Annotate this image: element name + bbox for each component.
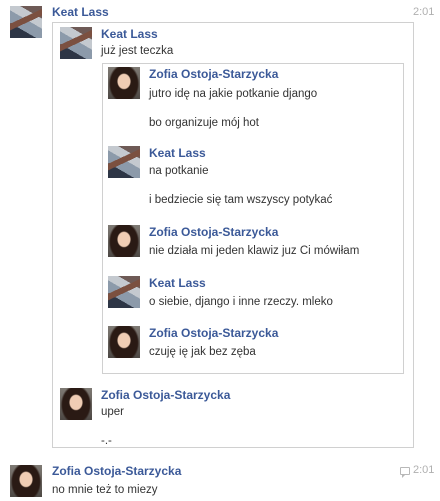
nested-text: nie działa mi jeden klawiz juz Ci mówiła…	[149, 245, 360, 257]
reply-text: -.-	[101, 435, 112, 447]
nested-text: jutro idę na jakie potkanie django	[149, 88, 318, 100]
avatar[interactable]	[108, 67, 140, 99]
avatar[interactable]	[108, 146, 140, 178]
message-time: 2:01	[413, 6, 435, 18]
avatar[interactable]	[108, 276, 140, 308]
message-text: no mnie też to miezy	[52, 484, 158, 496]
quote-icon[interactable]	[400, 467, 410, 478]
quoted-text: już jest teczka	[101, 45, 174, 57]
message-author[interactable]: Keat Lass	[52, 5, 109, 19]
nested-author[interactable]: Zofia Ostoja-Starzycka	[149, 67, 278, 81]
quoted-author[interactable]: Keat Lass	[101, 27, 158, 41]
nested-author[interactable]: Keat Lass	[149, 276, 206, 290]
avatar[interactable]	[108, 326, 140, 358]
avatar[interactable]	[108, 225, 140, 257]
nested-text: czuję ię jak bez zęba	[149, 346, 256, 358]
nested-author[interactable]: Zofia Ostoja-Starzycka	[149, 326, 278, 340]
nested-text: bo organizuje mój hot	[149, 117, 259, 129]
avatar[interactable]	[10, 465, 42, 497]
avatar[interactable]	[60, 27, 92, 59]
nested-author[interactable]: Zofia Ostoja-Starzycka	[149, 225, 278, 239]
message-author[interactable]: Zofia Ostoja-Starzycka	[52, 464, 181, 478]
reply-text: uper	[101, 406, 125, 418]
nested-text: i bedziecie się tam wszyscy potykać	[149, 194, 333, 206]
nested-text: na potkanie	[149, 165, 209, 177]
avatar[interactable]	[60, 388, 92, 420]
nested-author[interactable]: Keat Lass	[149, 146, 206, 160]
message-time: 2:01	[413, 464, 435, 476]
reply-author[interactable]: Zofia Ostoja-Starzycka	[101, 388, 230, 402]
avatar[interactable]	[10, 6, 42, 38]
nested-text: o siebie, django i inne rzeczy. mleko	[149, 296, 333, 308]
